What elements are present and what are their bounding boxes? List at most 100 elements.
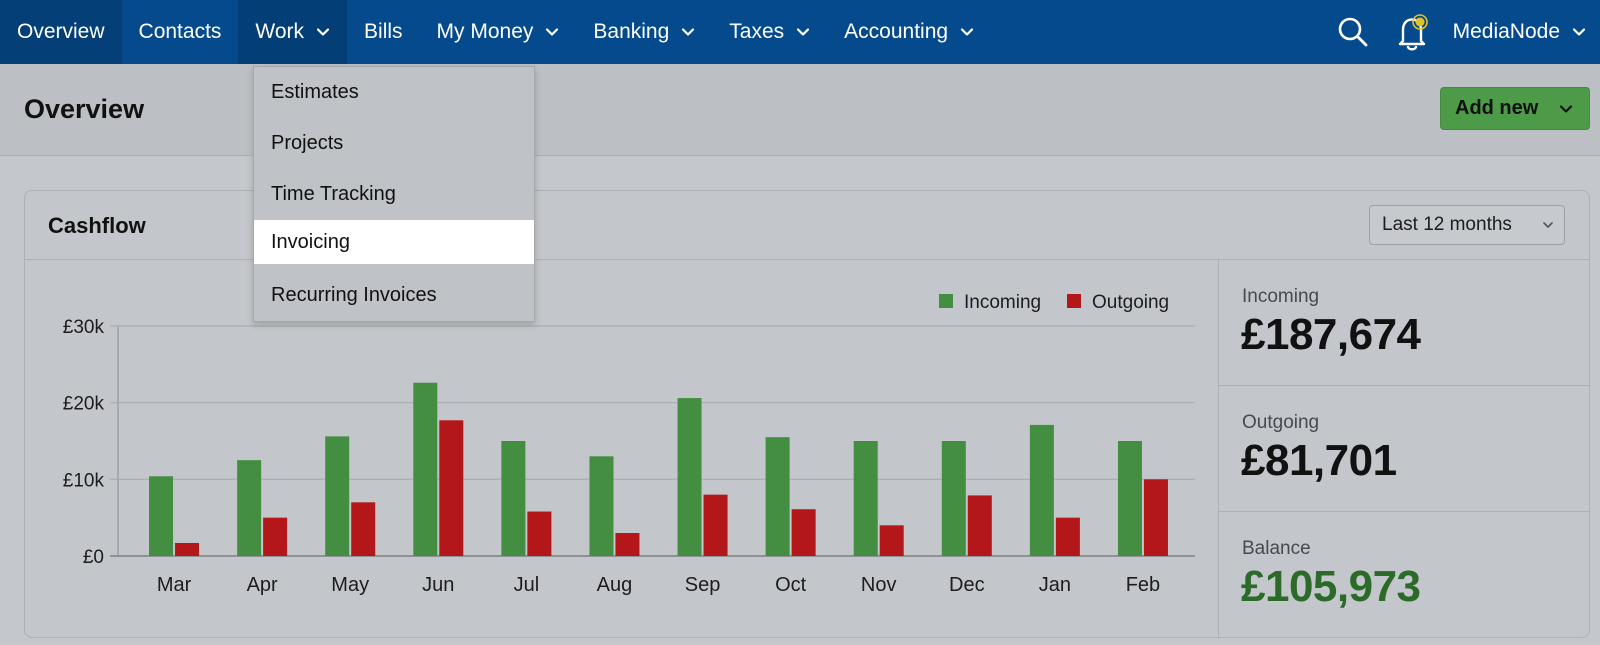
bar-incoming-dec[interactable]: [941, 441, 966, 556]
legend-label: Incoming: [964, 292, 1041, 313]
nav-item-taxes[interactable]: Taxes: [712, 0, 827, 64]
chart-svg: £0 £10k £20k £30k Mar Apr May Jun Jul Aug Sep Oct No…: [63, 292, 1195, 596]
work-dropdown-menu: Estimates Projects Time Tracking Invoici…: [253, 66, 535, 322]
nav-item-label: Bills: [364, 20, 403, 43]
nav-item-contacts[interactable]: Contacts: [122, 0, 239, 64]
notifications-button[interactable]: [1383, 0, 1443, 64]
period-select[interactable]: Last 12 months: [1369, 205, 1565, 245]
top-nav: Overview Contacts Work Bills My Money Ba…: [0, 0, 1600, 64]
stat-label: Balance: [1242, 538, 1311, 559]
nav-item-label: Work: [255, 20, 305, 43]
nav-item-banking[interactable]: Banking: [576, 0, 712, 64]
period-value: Last 12 months: [1382, 214, 1512, 235]
bar-incoming-may[interactable]: [325, 436, 350, 556]
chevron-down-icon: [1559, 105, 1573, 113]
nav-item-work[interactable]: Work: [238, 0, 348, 64]
x-tick-label: Aug: [597, 574, 633, 596]
bar-incoming-jul[interactable]: [501, 441, 526, 556]
stat-balance: Balance £105,973: [1219, 512, 1589, 637]
stat-value: £105,973: [1241, 562, 1421, 611]
bar-outgoing-oct[interactable]: [791, 509, 816, 556]
bar-incoming-jan[interactable]: [1029, 424, 1054, 556]
search-icon: [1338, 17, 1367, 47]
menu-item-projects[interactable]: Projects: [254, 121, 534, 165]
bar-outgoing-mar[interactable]: [175, 542, 200, 556]
y-tick-label: £30k: [63, 317, 105, 338]
stat-label: Incoming: [1242, 286, 1320, 307]
bar-outgoing-jan[interactable]: [1055, 517, 1080, 556]
bar-outgoing-nov[interactable]: [879, 525, 904, 556]
bar-incoming-feb[interactable]: [1117, 441, 1142, 556]
legend-swatch: [1067, 294, 1081, 308]
page-title: Overview: [24, 94, 145, 124]
bell-icon: [1398, 14, 1428, 51]
menu-item-estimates[interactable]: Estimates: [254, 70, 534, 114]
cashflow-chart: £0 £10k £20k £30k Mar Apr May Jun Jul Aug Sep Oct No…: [25, 260, 1218, 637]
bar-incoming-mar[interactable]: [149, 476, 174, 556]
bar-incoming-sep[interactable]: [677, 398, 702, 556]
nav-item-overview[interactable]: Overview: [0, 0, 122, 64]
bar-outgoing-apr[interactable]: [263, 517, 288, 556]
menu-item-label: Recurring Invoices: [271, 283, 437, 306]
x-tick-label: Nov: [861, 574, 897, 596]
bar-outgoing-aug[interactable]: [615, 533, 640, 556]
chevron-down-icon: [1543, 222, 1553, 228]
nav-item-label: Taxes: [729, 20, 785, 43]
nav-item-label: Overview: [17, 20, 105, 43]
menu-item-invoicing[interactable]: Invoicing: [254, 220, 534, 264]
page-header: Overview Add new: [0, 64, 1600, 156]
bar-incoming-aug[interactable]: [589, 456, 614, 556]
x-tick-label: Oct: [775, 574, 807, 596]
x-tick-label: Sep: [685, 574, 721, 596]
card-title: Cashflow: [48, 213, 146, 238]
stat-value: £187,674: [1241, 310, 1421, 359]
x-tick-label: Jan: [1039, 574, 1071, 596]
menu-item-label: Estimates: [271, 80, 359, 103]
nav-item-my-money[interactable]: My Money: [420, 0, 577, 64]
y-tick-label: £0: [83, 547, 104, 568]
bar-outgoing-jun[interactable]: [439, 420, 464, 556]
bar-outgoing-jul[interactable]: [527, 511, 552, 556]
x-tick-label: Jul: [514, 574, 540, 596]
stat-incoming: Incoming £187,674: [1219, 260, 1589, 386]
bar-incoming-nov[interactable]: [853, 441, 878, 556]
add-new-button[interactable]: Add new: [1440, 87, 1590, 130]
chevron-down-icon: [682, 28, 695, 36]
nav-right: MediaNode: [1323, 0, 1600, 64]
chevron-down-icon: [316, 28, 330, 36]
stat-value: £81,701: [1241, 436, 1397, 485]
chevron-down-icon: [797, 28, 810, 36]
bar-incoming-jun[interactable]: [413, 382, 438, 556]
bar-outgoing-dec[interactable]: [967, 495, 992, 556]
legend-label: Outgoing: [1092, 292, 1169, 313]
x-tick-label: Dec: [949, 574, 985, 596]
bar-outgoing-sep[interactable]: [703, 494, 728, 556]
add-new-label: Add new: [1455, 97, 1539, 119]
menu-item-time-tracking[interactable]: Time Tracking: [254, 172, 534, 216]
account-name: MediaNode: [1452, 20, 1560, 43]
x-tick-label: Apr: [247, 574, 278, 596]
account-menu[interactable]: MediaNode: [1443, 20, 1600, 44]
legend-swatch: [939, 294, 953, 308]
y-tick-label: £20k: [63, 394, 105, 415]
x-tick-label: Jun: [422, 574, 454, 596]
nav-item-label: Banking: [593, 20, 670, 43]
bar-outgoing-may[interactable]: [351, 502, 376, 556]
stat-label: Outgoing: [1242, 412, 1320, 433]
chevron-down-icon: [1572, 28, 1586, 36]
nav-item-label: Contacts: [138, 20, 222, 43]
bar-incoming-oct[interactable]: [765, 437, 790, 556]
menu-item-recurring-invoices[interactable]: Recurring Invoices: [254, 273, 534, 317]
menu-item-label: Invoicing: [271, 230, 350, 253]
search-button[interactable]: [1323, 0, 1383, 64]
bar-incoming-apr[interactable]: [237, 460, 262, 556]
cashflow-stats: Incoming £187,674 Outgoing £81,701 Balan…: [1218, 260, 1589, 637]
nav-item-accounting[interactable]: Accounting: [827, 0, 991, 64]
chevron-down-icon: [546, 28, 559, 36]
nav-item-label: Accounting: [844, 20, 949, 43]
bar-outgoing-feb[interactable]: [1143, 479, 1168, 556]
chevron-down-icon: [960, 28, 974, 36]
nav-item-bills[interactable]: Bills: [347, 0, 420, 64]
menu-item-label: Time Tracking: [271, 182, 396, 205]
x-tick-label: May: [331, 574, 369, 596]
